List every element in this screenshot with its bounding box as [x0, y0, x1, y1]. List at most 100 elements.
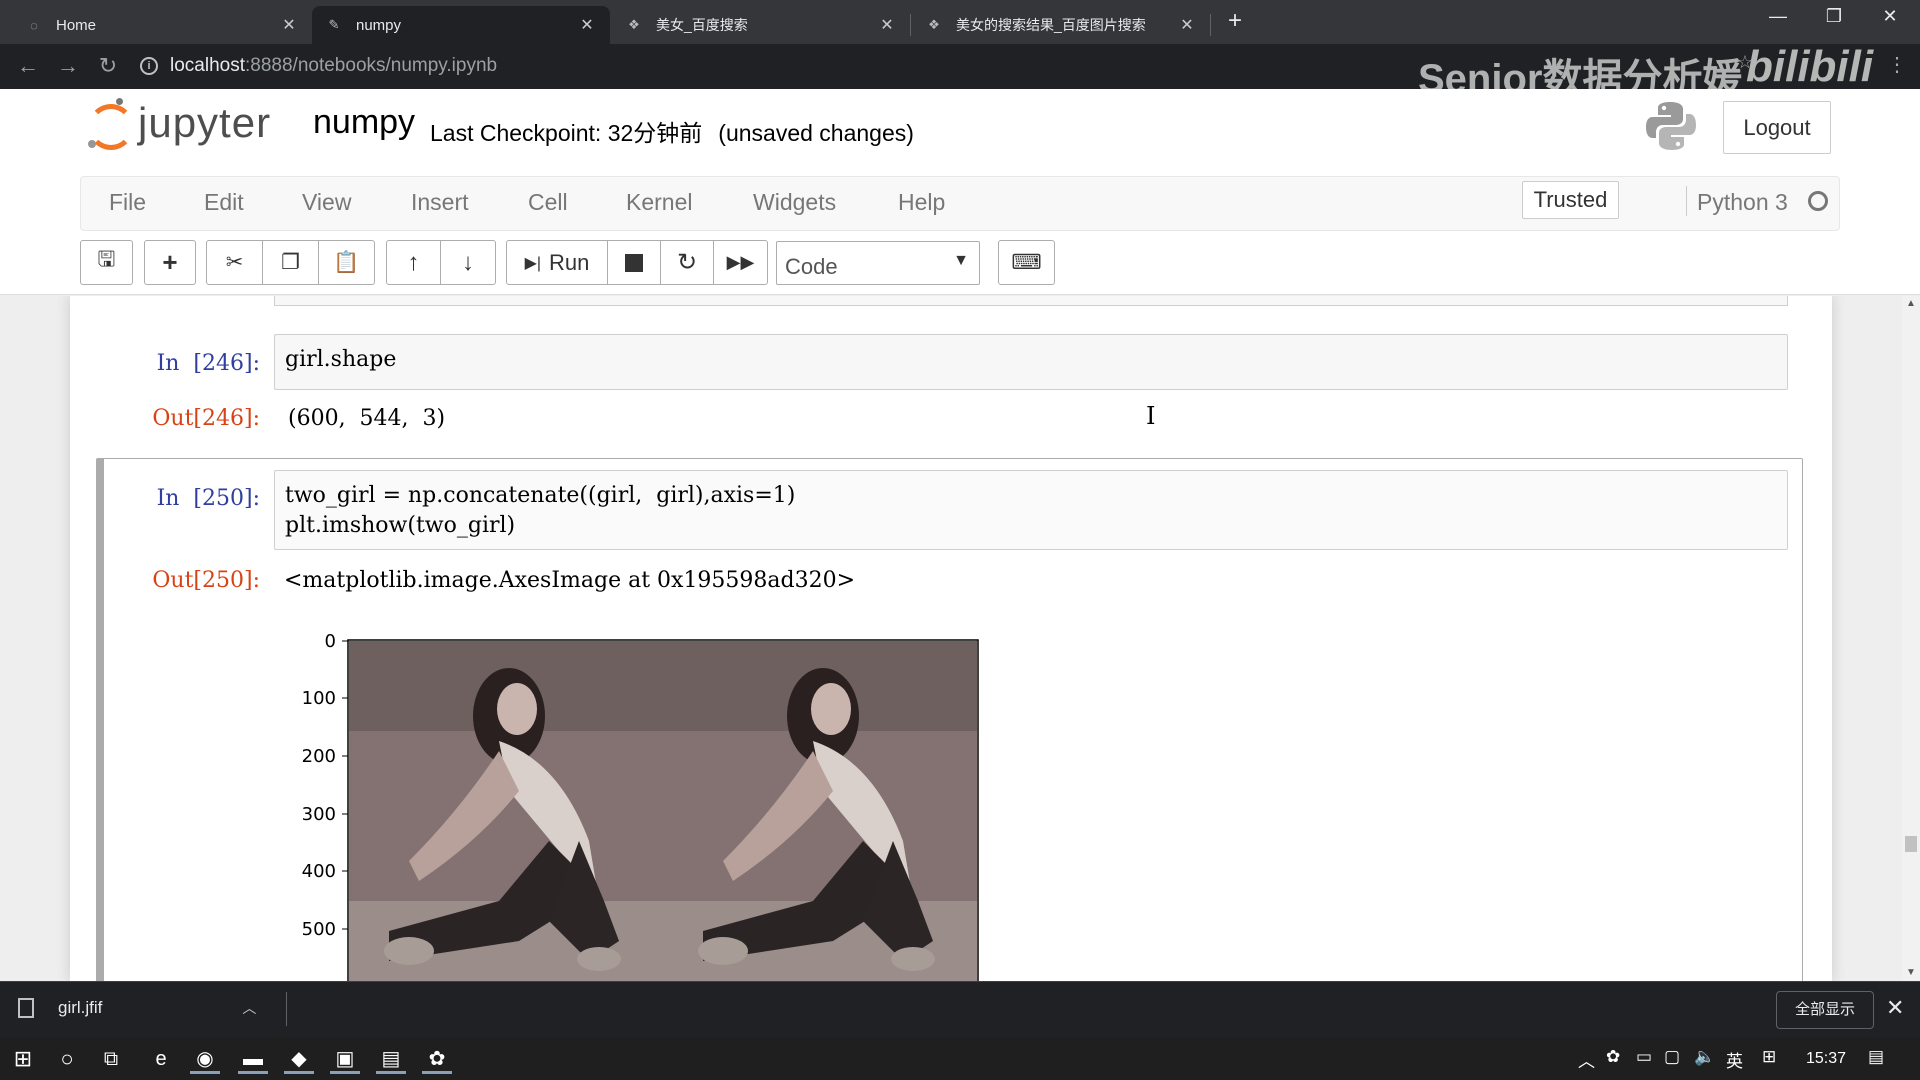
cut-button[interactable]: ✂: [207, 241, 263, 284]
tab-baidu-search[interactable]: ❖ 美女_百度搜索 ✕: [612, 6, 910, 44]
reload-icon[interactable]: ↻: [92, 50, 124, 82]
cell-type-select[interactable]: Code ▼: [776, 241, 980, 285]
insert-cell-button[interactable]: +: [145, 241, 195, 284]
input-prompt: In [250]:: [156, 486, 260, 511]
close-icon[interactable]: ✕: [578, 15, 596, 35]
imshow-plot: 0 100 200 300 400 500: [302, 631, 979, 981]
text-cursor-icon: I: [1146, 402, 1156, 430]
info-icon[interactable]: i: [140, 57, 158, 75]
search-circle-icon[interactable]: ○: [52, 1044, 82, 1074]
close-window-icon[interactable]: ✕: [1870, 6, 1910, 27]
chevron-up-icon[interactable]: ︿: [242, 998, 256, 1018]
menu-edit[interactable]: Edit: [204, 189, 244, 216]
run-button[interactable]: ▶| Run: [507, 241, 608, 284]
scissors-icon: ✂: [225, 251, 244, 274]
volume-muted-icon[interactable]: 🔈: [1694, 1047, 1715, 1067]
tab-divider: [910, 14, 911, 36]
restart-run-all-button[interactable]: ▶▶: [714, 241, 767, 284]
kernel-name: Python 3: [1697, 189, 1788, 215]
scroll-up-icon[interactable]: ▲: [1902, 296, 1920, 312]
page-scrollbar[interactable]: ▲ ▼: [1902, 296, 1920, 981]
more-icon[interactable]: ⋮: [1884, 52, 1910, 78]
restore-icon[interactable]: ❐: [1814, 6, 1854, 27]
star-icon[interactable]: ☆: [1732, 52, 1758, 78]
jupyter-logo[interactable]: jupyter: [86, 98, 271, 150]
fast-forward-icon: ▶▶: [726, 252, 755, 272]
chrome-icon[interactable]: ◉: [190, 1044, 220, 1074]
restart-button[interactable]: ↻: [661, 241, 714, 284]
kernel-divider: [1686, 186, 1687, 216]
scroll-down-icon[interactable]: ▼: [1902, 965, 1920, 981]
copy-button[interactable]: ❐: [263, 241, 319, 284]
logout-button[interactable]: Logout: [1723, 101, 1831, 154]
y-tick-label: 0: [325, 631, 336, 652]
menu-cell[interactable]: Cell: [528, 189, 568, 216]
baidu-icon: ❖: [628, 17, 640, 32]
menu-widgets[interactable]: Widgets: [753, 189, 836, 216]
edge-icon[interactable]: e: [146, 1044, 176, 1074]
minimize-icon[interactable]: —: [1758, 6, 1798, 27]
tab-baidu-images[interactable]: ❖ 美女的搜索结果_百度图片搜索 ✕: [912, 6, 1210, 44]
output-prompt: Out[250]:: [152, 568, 260, 593]
file-explorer-icon[interactable]: ▬: [238, 1044, 268, 1074]
notification-icon[interactable]: ▤: [1868, 1047, 1884, 1067]
show-all-button[interactable]: 全部显示: [1776, 991, 1874, 1029]
close-icon[interactable]: ✕: [280, 15, 298, 35]
code-input[interactable]: girl.shape: [274, 334, 1788, 390]
restart-icon: ↻: [676, 249, 698, 276]
download-bar: [0, 981, 1920, 1037]
command-palette-button[interactable]: ⌨: [999, 241, 1054, 284]
menu-insert[interactable]: Insert: [411, 189, 469, 216]
move-down-button[interactable]: ↓: [441, 241, 495, 284]
paste-button[interactable]: 📋: [319, 241, 374, 284]
app-icon[interactable]: ◆: [284, 1044, 314, 1074]
tray-app-icon[interactable]: ✿: [1606, 1047, 1620, 1067]
tab-home[interactable]: ◌ Home ✕: [12, 6, 312, 44]
previous-cell-input[interactable]: [274, 296, 1788, 306]
new-tab-button[interactable]: +: [1222, 8, 1248, 34]
menu-help[interactable]: Help: [898, 189, 945, 216]
menu-kernel[interactable]: Kernel: [626, 189, 692, 216]
checkpoint-status: Last Checkpoint: 32分钟前 (unsaved changes): [430, 120, 914, 146]
code-line: two_girl = np.concatenate((girl, girl),a…: [285, 483, 796, 508]
ime-grid-icon[interactable]: ⊞: [1762, 1047, 1776, 1067]
menu-view[interactable]: View: [302, 189, 351, 216]
interrupt-button[interactable]: [608, 241, 661, 284]
code-input[interactable]: two_girl = np.concatenate((girl, girl),a…: [274, 470, 1788, 550]
close-icon[interactable]: ✕: [878, 15, 896, 35]
window-app-icon[interactable]: ▣: [330, 1044, 360, 1074]
tab-numpy[interactable]: ✎ numpy ✕: [312, 6, 610, 44]
system-clock[interactable]: 15:37: [1806, 1050, 1846, 1068]
windows-start-icon[interactable]: ⊞: [8, 1044, 38, 1074]
close-icon[interactable]: ✕: [1178, 15, 1196, 35]
task-view-icon[interactable]: ⧉: [96, 1044, 126, 1074]
download-item[interactable]: girl.jfif ︿: [18, 988, 256, 1028]
battery-icon[interactable]: ▭: [1636, 1047, 1652, 1067]
save-group: 🖫: [80, 240, 133, 285]
dropdown-arrow-icon: ▼: [953, 252, 969, 269]
back-icon[interactable]: ←: [12, 50, 44, 82]
trusted-indicator[interactable]: Trusted: [1522, 181, 1619, 219]
save-button[interactable]: 🖫: [81, 241, 132, 284]
notebook-name[interactable]: numpy: [313, 103, 415, 142]
code-line: girl.shape: [285, 347, 397, 372]
insert-group: +: [144, 240, 196, 285]
ime-indicator[interactable]: 英: [1726, 1047, 1743, 1072]
move-up-button[interactable]: ↑: [387, 241, 441, 284]
scrollbar-thumb[interactable]: [1905, 836, 1917, 852]
menu-file[interactable]: File: [109, 189, 146, 216]
y-tick-label: 500: [302, 919, 336, 940]
close-icon[interactable]: ✕: [1886, 995, 1904, 1021]
notes-app-icon[interactable]: ▤: [376, 1044, 406, 1074]
stop-icon: [625, 253, 643, 272]
y-tick-label: 400: [302, 861, 336, 882]
file-icon: [18, 998, 34, 1018]
recorder-app-icon[interactable]: ✿: [422, 1044, 452, 1074]
kernel-idle-icon: [1808, 191, 1828, 211]
tray-chevron-icon[interactable]: ︿: [1578, 1047, 1595, 1072]
network-icon[interactable]: ▢: [1664, 1047, 1680, 1067]
notebook-icon: ✎: [328, 17, 340, 32]
y-axis: 0 100 200 300 400 500: [302, 631, 348, 940]
concatenated-image: [349, 641, 977, 981]
forward-icon[interactable]: →: [52, 50, 84, 82]
